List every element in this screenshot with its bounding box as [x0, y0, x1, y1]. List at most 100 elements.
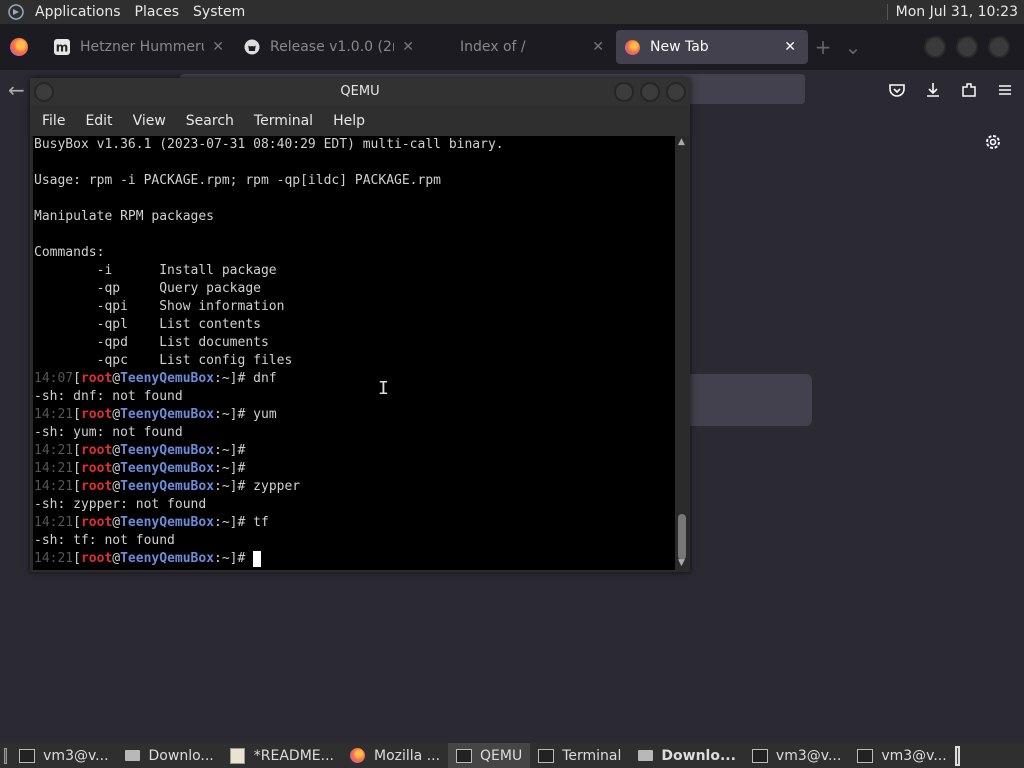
scrollbar-thumb[interactable] — [678, 514, 686, 560]
system-menu[interactable]: System — [188, 4, 254, 20]
prompt-time: 14:21 — [34, 479, 74, 494]
terminal-prompt-line: 14:21[root@TeenyQemuBox:~]# zypper — [34, 478, 504, 496]
prompt-command: :~]# — [214, 443, 246, 458]
prompt-host: TeenyQemuBox — [120, 461, 215, 476]
prompt-at: @ — [112, 407, 121, 422]
close-tab-icon[interactable]: ✕ — [784, 39, 796, 55]
gear-icon[interactable] — [983, 132, 1003, 152]
prompt-at: @ — [112, 371, 121, 386]
taskbar-label: vm3@v... — [43, 747, 109, 764]
terminal-scrollbar[interactable]: ▲ ▼ — [675, 136, 689, 570]
taskbar-label: *README... — [253, 747, 334, 764]
panel-clock[interactable]: Mon Jul 31, 10:23 — [886, 4, 1024, 20]
browser-tab[interactable]: Release v1.0.0 (2n.1 ✕ — [236, 30, 426, 64]
prompt-user: root — [80, 461, 113, 476]
scroll-down-arrow-icon[interactable]: ▼ — [678, 558, 685, 568]
svg-text:m: m — [56, 41, 69, 55]
taskbar-label: Mozilla ... — [373, 747, 441, 764]
close-window-button[interactable] — [988, 36, 1010, 58]
prompt-time: 14:21 — [34, 443, 74, 458]
prompt-user: root — [80, 551, 113, 566]
terminal-prompt-line: 14:21[root@TeenyQemuBox:~]# — [34, 442, 504, 460]
terminal-icon — [456, 748, 473, 764]
prompt-host: TeenyQemuBox — [120, 479, 215, 494]
prompt-host: TeenyQemuBox — [120, 371, 215, 386]
prompt-user: root — [80, 479, 113, 494]
menu-terminal[interactable]: Terminal — [244, 113, 323, 129]
terminal-icon — [19, 748, 36, 764]
extensions-icon[interactable] — [960, 81, 978, 99]
minimize-button[interactable] — [614, 82, 634, 102]
menu-view[interactable]: View — [123, 113, 176, 129]
terminal-screen[interactable]: BusyBox v1.36.1 (2023-07-31 08:40:29 EDT… — [33, 136, 675, 570]
taskbar-label: Downlo... — [661, 747, 736, 764]
folder-icon — [637, 748, 653, 764]
menu-help[interactable]: Help — [323, 113, 375, 129]
workspace-switcher[interactable] — [954, 745, 960, 766]
terminal-output-line: -qpi Show information — [34, 299, 285, 314]
taskbar-item[interactable]: Terminal — [530, 743, 629, 768]
taskbar-item[interactable]: Mozilla ... — [342, 743, 448, 768]
m-letter-icon: m — [54, 39, 70, 55]
taskbar-item-active[interactable]: QEMU — [448, 743, 531, 768]
terminal-icon — [857, 748, 874, 764]
firefox-icon[interactable] — [10, 38, 28, 56]
prompt-command: :~]# — [214, 551, 254, 566]
prompt-command: :~]# dnf — [214, 371, 277, 386]
qemu-window: QEMU File Edit View Search Terminal Help… — [30, 78, 690, 572]
taskbar-item[interactable]: vm3@v... — [744, 743, 849, 768]
taskbar-item[interactable]: vm3@v... — [849, 743, 954, 768]
maximize-button[interactable] — [640, 82, 660, 102]
browser-tab[interactable]: Index of / ✕ — [426, 30, 616, 64]
qemu-titlebar[interactable]: QEMU — [30, 78, 690, 106]
close-tab-icon[interactable]: ✕ — [212, 39, 224, 55]
scroll-up-arrow-icon[interactable]: ▲ — [678, 137, 685, 147]
applications-menu[interactable]: Applications — [30, 4, 130, 20]
prompt-bracket: [ — [73, 371, 81, 386]
prompt-command: :~]# zypper — [214, 479, 301, 494]
close-tab-icon[interactable]: ✕ — [592, 39, 604, 55]
tab-title: Hetzner Hummeru — [80, 39, 205, 55]
prompt-host: TeenyQemuBox — [120, 515, 215, 530]
new-tab-plus-icon[interactable]: + — [808, 35, 838, 59]
taskbar-label: vm3@v... — [775, 747, 842, 764]
close-button[interactable] — [666, 82, 686, 102]
top-panel: Applications Places System Mon Jul 31, 1… — [0, 0, 1024, 24]
taskbar-item[interactable]: *README... — [222, 743, 342, 768]
browser-tab-active[interactable]: New Tab ✕ — [616, 30, 808, 64]
menu-search[interactable]: Search — [176, 113, 244, 129]
places-menu[interactable]: Places — [130, 4, 189, 20]
prompt-host: TeenyQemuBox — [120, 407, 215, 422]
prompt-bracket: [ — [73, 443, 81, 458]
hamburger-menu-icon[interactable] — [996, 81, 1014, 99]
browser-tab[interactable]: m Hetzner Hummeru ✕ — [46, 30, 236, 64]
menu-file[interactable]: File — [32, 113, 75, 129]
prompt-command: :~]# — [214, 461, 246, 476]
downloads-icon[interactable] — [924, 81, 942, 99]
terminal-cursor — [253, 550, 262, 567]
taskbar-item[interactable]: Downlo... — [117, 743, 222, 768]
terminal-output-line: -qp Query package — [34, 281, 261, 296]
taskbar-item[interactable]: Downlo... — [629, 743, 744, 768]
taskbar-item[interactable]: vm3@v... — [11, 743, 116, 768]
terminal-prompt-line: 14:21[root@TeenyQemuBox:~]# tf — [34, 514, 504, 532]
firefox-icon — [624, 39, 640, 55]
taskbar-label: vm3@v... — [881, 747, 947, 764]
close-tab-icon[interactable]: ✕ — [402, 39, 414, 55]
terminal-prompt-line: 14:21[root@TeenyQemuBox:~]# — [34, 460, 504, 478]
maximize-window-button[interactable] — [956, 36, 978, 58]
text-editor-icon — [230, 747, 246, 764]
new-tab-search-box[interactable] — [690, 374, 812, 426]
minimize-window-button[interactable] — [924, 36, 946, 58]
tab-list-chevron-icon[interactable]: ⌄ — [838, 35, 868, 59]
prompt-bracket: [ — [73, 461, 81, 476]
distro-logo-icon[interactable] — [6, 2, 26, 22]
folder-icon — [125, 748, 141, 764]
menu-edit[interactable]: Edit — [75, 113, 122, 129]
terminal-prompt-line: 14:21[root@TeenyQemuBox:~]# — [34, 550, 504, 568]
pocket-icon[interactable] — [888, 81, 906, 99]
terminal-output-line: BusyBox v1.36.1 (2023-07-31 08:40:29 EDT… — [34, 137, 504, 152]
show-desktop-icon[interactable] — [4, 747, 8, 764]
